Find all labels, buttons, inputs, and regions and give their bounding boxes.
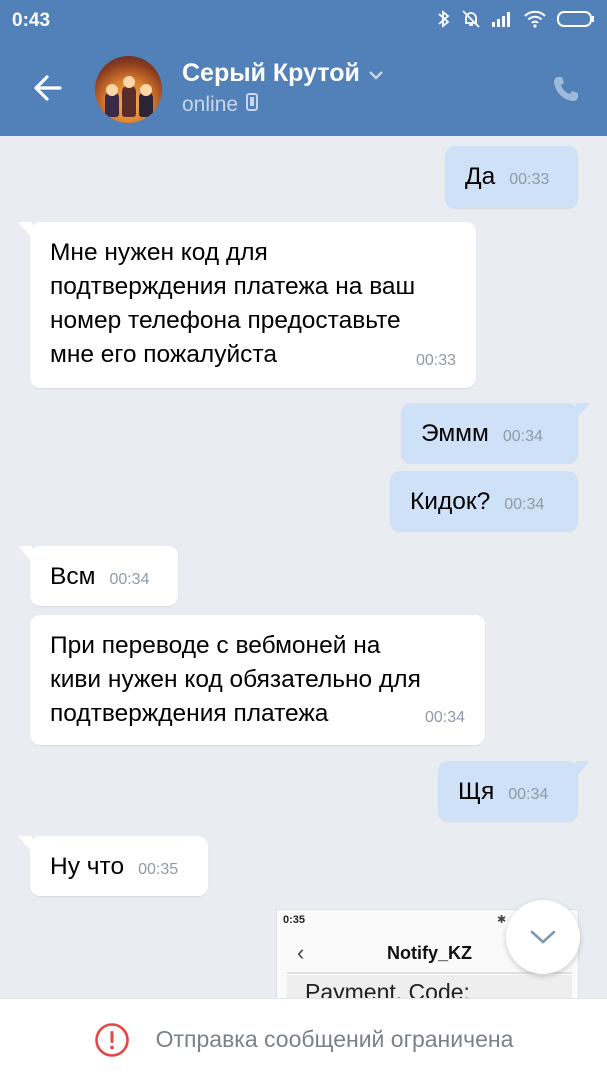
message-text: При переводе с вебмоней на киви нужен ко… — [50, 632, 421, 727]
message-text: Кидок? — [410, 488, 491, 515]
message-time: 00:34 — [502, 428, 543, 445]
chevron-down-icon — [530, 930, 556, 944]
status-bar: 0:43 — [0, 0, 607, 40]
status-time: 0:43 — [12, 10, 51, 31]
messaging-restricted-bar: Отправка сообщений ограничена — [0, 998, 607, 1080]
top-bar: 0:43 Серый Крутой online — [0, 0, 607, 136]
chevron-down-icon[interactable] — [368, 59, 384, 88]
phone-icon[interactable] — [551, 74, 581, 104]
message-text: Всм — [50, 563, 96, 590]
attachment-title: Notify_KZ — [387, 943, 472, 963]
mobile-icon — [246, 93, 259, 117]
attachment-bluetooth-icon: ✱ — [497, 914, 507, 926]
wifi-icon — [523, 10, 547, 33]
message-time: 00:34 — [424, 709, 465, 726]
message-text: Мне нужен код для подтверждения платежа … — [50, 239, 416, 368]
signal-icon — [491, 10, 513, 33]
message-time: 00:33 — [415, 352, 456, 369]
restricted-label: Отправка сообщений ограничена — [155, 1026, 514, 1052]
mute-bell-icon — [461, 9, 481, 34]
battery-icon — [557, 10, 595, 33]
attachment-status-time: 0:35 — [283, 914, 306, 926]
message-incoming[interactable]: Мне нужен код для подтверждения платежа … — [18, 222, 476, 388]
alert-circle-icon — [94, 1022, 130, 1058]
contact-status: online — [182, 93, 259, 117]
message-incoming[interactable]: Ну что 00:35 — [18, 836, 208, 896]
back-arrow-icon[interactable] — [30, 70, 66, 106]
contact-name-label: Серый Крутой — [182, 59, 360, 87]
scroll-down-button[interactable] — [506, 900, 580, 974]
message-incoming[interactable]: Всм 00:34 — [18, 546, 178, 606]
message-time: 00:34 — [109, 571, 150, 588]
avatar[interactable] — [95, 56, 162, 123]
message-incoming[interactable]: При переводе с вебмоней на киви нужен ко… — [30, 615, 485, 745]
message-time: 00:34 — [508, 786, 549, 803]
message-time: 00:35 — [138, 861, 179, 878]
message-time: 00:33 — [509, 171, 550, 188]
message-text: Ну что — [50, 853, 125, 880]
chat-header: Серый Крутой online — [0, 40, 607, 136]
contact-name[interactable]: Серый Крутой — [182, 59, 384, 88]
message-text: Эммм — [421, 420, 489, 447]
message-text: Щя — [458, 778, 495, 805]
message-outgoing[interactable]: Кидок? 00:34 — [390, 471, 578, 531]
status-icons — [437, 9, 595, 34]
message-outgoing[interactable]: Щя 00:34 — [438, 761, 590, 821]
contact-status-label: online — [182, 93, 239, 116]
bluetooth-icon — [437, 9, 451, 34]
message-outgoing[interactable]: Эммм 00:34 — [401, 403, 590, 463]
message-outgoing[interactable]: Да 00:33 — [445, 146, 578, 208]
message-time: 00:34 — [504, 496, 545, 513]
attachment-back-icon: ‹ — [297, 940, 305, 965]
message-text: Да — [465, 163, 496, 190]
